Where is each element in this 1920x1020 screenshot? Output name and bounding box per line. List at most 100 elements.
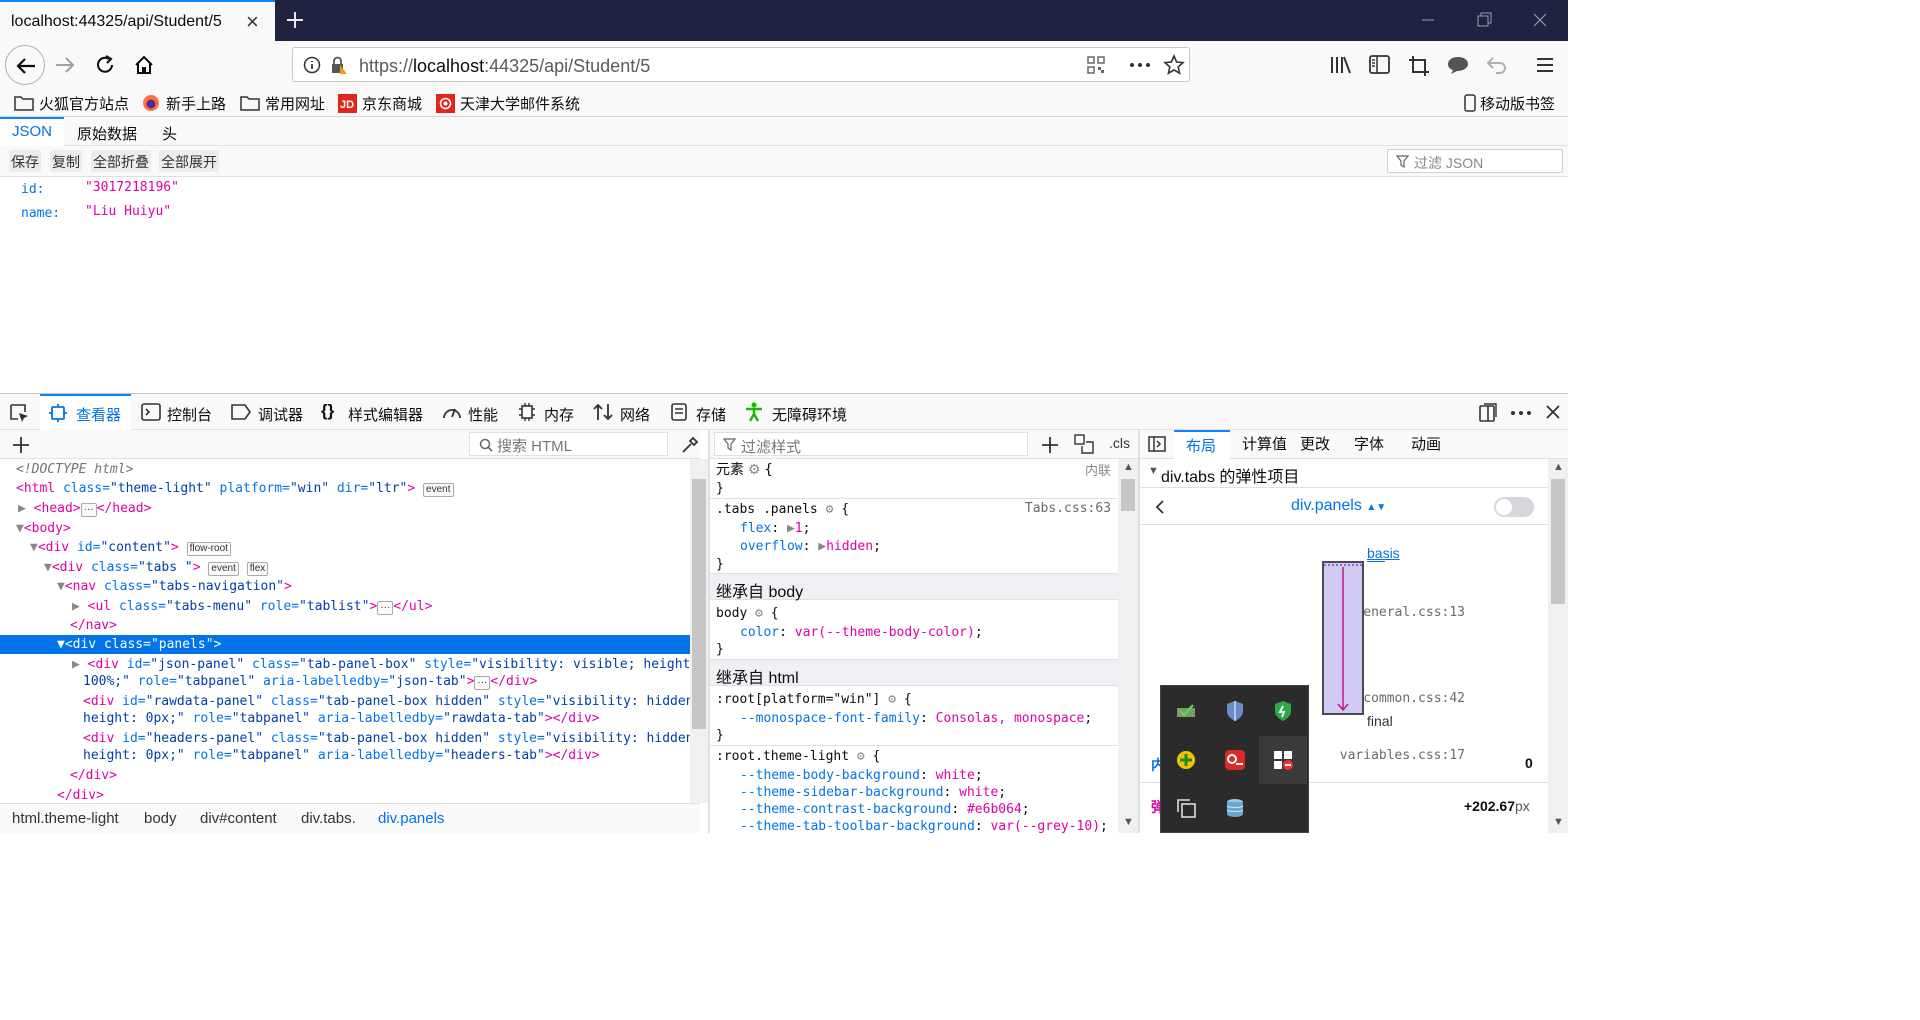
bookmark-item[interactable]: 常用网址 [240, 93, 325, 114]
markup-node-tabs[interactable]: ▼<div class="tabs "> event flex [44, 559, 269, 576]
copy-window-tray-icon[interactable] [1175, 797, 1197, 819]
add-rule-icon[interactable] [1040, 435, 1060, 455]
scroll-down-icon[interactable]: ▼ [1553, 816, 1564, 828]
rule-declaration[interactable]: --theme-tab-toolbar-background: var(--gr… [740, 818, 1108, 835]
new-tab-icon[interactable] [285, 10, 305, 30]
element-rule[interactable]: 元素 ⚙ { [716, 461, 773, 479]
breadcrumb-item[interactable]: body [144, 810, 177, 827]
tray-hover-cell[interactable] [1259, 736, 1307, 784]
url-bar[interactable]: https://localhost:44325/api/Student/5 [292, 47, 1190, 82]
tab-headers[interactable]: 头 [162, 123, 177, 144]
restore-icon[interactable] [1474, 10, 1494, 30]
browser-tab[interactable]: localhost:44325/api/Student/5 × [0, 0, 275, 41]
flex-section-header[interactable]: ▼ div.tabs 的弹性项目 [1140, 459, 1548, 488]
home-icon[interactable] [133, 54, 155, 76]
breadcrumb-item[interactable]: div#content [200, 810, 277, 827]
tab-layout[interactable]: 布局 [1174, 430, 1230, 459]
expand-all-button[interactable]: 全部展开 [159, 150, 219, 172]
database-tray-icon[interactable] [1224, 797, 1246, 819]
shield-tray-icon[interactable] [1224, 700, 1246, 722]
bookmark-item[interactable]: 火狐官方站点 [14, 93, 129, 114]
element-picker-icon[interactable] [9, 403, 29, 423]
minimize-icon[interactable] [1418, 10, 1438, 30]
rule-source-link[interactable]: Tabs.css:63 [1025, 501, 1111, 516]
rule-selector[interactable]: :root.theme-light ⚙ { [716, 748, 880, 765]
markup-node-panels-selected[interactable]: ▼<div class="panels"> [0, 635, 690, 654]
flex-item-select[interactable]: div.panels ▲▼ [1291, 497, 1386, 515]
chat-icon[interactable] [1447, 55, 1469, 75]
info-icon[interactable] [303, 56, 321, 74]
add-cross-tray-icon[interactable] [1175, 749, 1197, 771]
rule-declaration[interactable]: --theme-sidebar-background: white; [740, 784, 1006, 801]
menu-icon[interactable] [1535, 56, 1555, 74]
rule-declaration[interactable]: --monospace-font-family: Consolas, monos… [740, 710, 1092, 727]
tab-changes[interactable]: 更改 [1300, 433, 1330, 454]
layout-scrollbar[interactable]: ▲ ▼ [1548, 459, 1568, 833]
markup-node-content[interactable]: ▼<div id="content"> flow-root [30, 539, 231, 556]
cls-toggle[interactable]: .cls [1109, 435, 1130, 451]
collapse-all-button[interactable]: 全部折叠 [91, 150, 151, 172]
markup-node-head[interactable]: ▶ <head> ··· </head> [18, 500, 151, 517]
red-app-tray-icon[interactable] [1224, 749, 1246, 771]
screenshot-icon[interactable] [1408, 55, 1430, 77]
rule-declaration[interactable]: --theme-body-background: white; [740, 767, 983, 784]
copy-button[interactable]: 复制 [50, 150, 82, 172]
forward-icon[interactable] [54, 54, 76, 76]
bookmark-item[interactable]: 新手上路 [142, 93, 226, 114]
mobile-bookmarks-item[interactable]: 移动版书签 [1464, 93, 1555, 114]
network-check-tray-icon[interactable] [1175, 700, 1197, 722]
dock-side-icon[interactable] [1479, 403, 1497, 423]
bookmark-star-icon[interactable] [1163, 54, 1185, 76]
close-devtools-icon[interactable] [1545, 404, 1561, 420]
layout-scrollbar-thumb[interactable] [1551, 479, 1565, 604]
library-icon[interactable] [1330, 55, 1352, 75]
more-options-icon[interactable] [1510, 410, 1532, 416]
bookmark-item[interactable]: JD 京东商城 [338, 93, 422, 114]
breadcrumb-item-active[interactable]: div.panels [378, 810, 444, 827]
rule-selector[interactable]: .tabs .panels ⚙ { [716, 501, 849, 518]
eyedropper-icon[interactable] [680, 435, 700, 455]
json-filter-input[interactable]: 过滤 JSON [1387, 149, 1563, 173]
markup-node-div-close[interactable]: </div> [70, 767, 117, 784]
rule-selector[interactable]: body ⚙ { [716, 605, 779, 622]
tab-json[interactable]: JSON [0, 117, 64, 146]
page-actions-icon[interactable] [1129, 56, 1151, 74]
markup-node-nav[interactable]: ▼<nav class="tabs-navigation"> [57, 578, 292, 595]
filter-styles-input[interactable]: 过滤样式 [714, 432, 1028, 456]
back-chevron-icon[interactable] [1154, 499, 1166, 515]
rules-scrollbar[interactable]: ▲ ▼ [1118, 459, 1138, 833]
qr-code-icon[interactable] [1087, 56, 1105, 74]
bookmark-item[interactable]: 天津大学邮件系统 [436, 93, 580, 114]
rules-scrollbar-thumb[interactable] [1121, 479, 1135, 511]
tab-computed[interactable]: 计算值 [1242, 433, 1287, 454]
pseudo-class-icon[interactable] [1074, 434, 1094, 454]
scroll-up-icon[interactable]: ▲ [1123, 461, 1134, 473]
rule-declaration[interactable]: overflow: ▶hidden; [740, 538, 881, 555]
tab-fonts[interactable]: 字体 [1354, 433, 1384, 454]
tab-animations[interactable]: 动画 [1411, 433, 1441, 454]
rule-declaration[interactable]: --theme-contrast-background: #e6b064; [740, 801, 1030, 818]
markup-node-body[interactable]: ▼<body> [16, 520, 71, 537]
add-node-icon[interactable] [11, 435, 31, 455]
markup-node-headers-panel[interactable]: <div id="headers-panel" class="tab-panel… [83, 730, 690, 747]
rule-declaration[interactable]: color: var(--theme-body-color); [740, 624, 983, 641]
toggle-pane-icon[interactable] [1148, 436, 1166, 452]
save-button[interactable]: 保存 [9, 150, 41, 172]
markup-node-div-close[interactable]: </div> [57, 787, 104, 803]
security-shield-tray-icon[interactable] [1272, 700, 1294, 722]
tab-raw-data[interactable]: 原始数据 [77, 123, 137, 144]
breadcrumb-item[interactable]: html.theme-light [12, 810, 119, 827]
markup-node-html[interactable]: <html class="theme-light" platform="win"… [16, 480, 454, 497]
close-window-icon[interactable] [1530, 10, 1550, 30]
markup-node-ul[interactable]: ▶ <ul class="tabs-menu" role="tablist"> ·… [72, 598, 432, 615]
markup-node-nav-close[interactable]: </nav> [70, 617, 117, 634]
scroll-down-icon[interactable]: ▼ [1123, 816, 1134, 828]
tab-close-icon[interactable]: × [246, 9, 259, 35]
reload-icon[interactable] [94, 54, 116, 76]
insecure-lock-icon[interactable] [329, 55, 349, 75]
scroll-up-icon[interactable]: ▲ [1553, 461, 1564, 473]
back-button[interactable] [5, 45, 45, 85]
sidebar-icon[interactable] [1369, 55, 1391, 75]
rule-declaration[interactable]: flex: ▶1; [740, 520, 810, 537]
rule-selector[interactable]: :root[platform="win"] ⚙ { [716, 691, 912, 708]
